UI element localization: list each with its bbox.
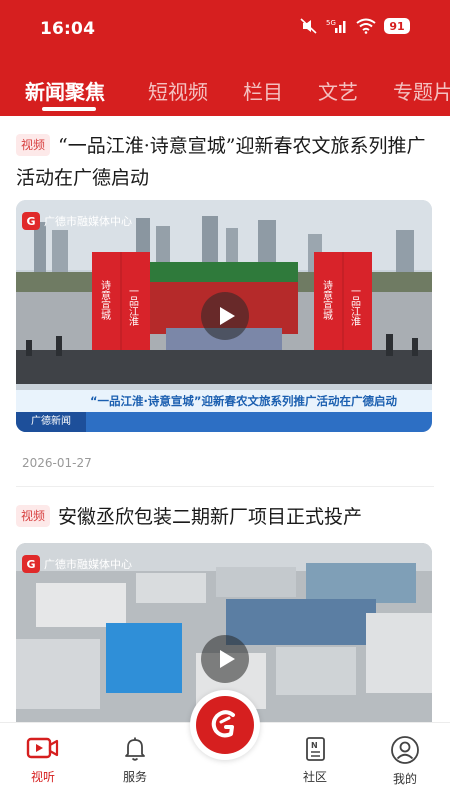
battery-indicator: 91 — [384, 18, 410, 34]
banner-right-text: 一品江淮 — [127, 286, 139, 326]
media-logo: G 广德市融媒体中心 — [22, 555, 132, 573]
tab-news-focus[interactable]: 新闻聚焦 — [25, 76, 105, 105]
wifi-icon — [356, 18, 376, 34]
media-logo-icon: G — [22, 212, 40, 230]
svg-text:N: N — [311, 741, 318, 750]
play-icon — [220, 307, 235, 325]
status-bar: 16:04 5G 91 — [0, 0, 450, 60]
mute-icon — [300, 18, 318, 34]
category-tabs: 新闻聚焦 短视频 栏目 文艺 专题片 — [0, 66, 450, 116]
signal-icon: 5G — [326, 18, 348, 34]
media-logo-icon: G — [22, 555, 40, 573]
nav-item-community[interactable]: N 社区 — [280, 735, 350, 785]
play-icon — [220, 650, 235, 668]
media-logo-text: 广德市融媒体中心 — [44, 558, 132, 571]
nav-label-community: 社区 — [302, 770, 327, 784]
status-icons: 5G 91 — [300, 18, 410, 34]
news-document-icon: N — [306, 737, 325, 761]
nav-label-services: 服务 — [122, 770, 147, 784]
nav-label-mine: 我的 — [392, 772, 417, 786]
video-badge: 视频 — [16, 505, 51, 527]
video-play-icon — [26, 737, 59, 759]
video-caption: “一品江淮·诗意宣城”迎新春农文旅系列推广活动在广德启动 — [16, 390, 432, 412]
active-tab-indicator — [42, 107, 96, 111]
bell-icon — [125, 737, 145, 761]
center-logo-icon — [196, 696, 254, 754]
news-feed[interactable]: 视频 “一品江淮·诗意宣城”迎新春农文旅系列推广活动在广德启动 诗意宣城 一品江… — [0, 116, 450, 722]
nav-item-audiovisual[interactable]: 视听 — [8, 735, 78, 785]
video-badge: 视频 — [16, 134, 51, 156]
banner-left-text: 诗意宣城 — [99, 279, 111, 321]
profile-icon — [391, 736, 419, 764]
news-card[interactable]: 视频 安徽丞欣包装二期新厂项目正式投产 G 广德市融媒体中心 — [0, 487, 450, 722]
news-card-title[interactable]: 视频 安徽丞欣包装二期新厂项目正式投产 — [16, 501, 432, 533]
news-card-date: 2026-01-27 — [22, 456, 92, 470]
media-logo: G 广德市融媒体中心 — [22, 212, 132, 230]
network-label: 5G — [326, 19, 336, 27]
news-card-title-text: “一品江淮·诗意宣城”迎新春农文旅系列推广活动在广德启动 — [16, 135, 426, 189]
nav-item-services[interactable]: 服务 — [100, 735, 170, 785]
tab-short-video[interactable]: 短视频 — [148, 76, 208, 105]
tab-documentary[interactable]: 专题片 — [393, 76, 450, 105]
center-home-button[interactable] — [190, 690, 260, 760]
play-button[interactable] — [201, 635, 249, 683]
nav-item-mine[interactable]: 我的 — [370, 735, 440, 787]
news-card[interactable]: 视频 “一品江淮·诗意宣城”迎新春农文旅系列推广活动在广德启动 诗意宣城 一品江… — [0, 116, 450, 487]
tab-arts[interactable]: 文艺 — [318, 76, 358, 105]
play-button[interactable] — [201, 292, 249, 340]
video-caption-source: 广德新闻 — [16, 412, 86, 432]
status-time: 16:04 — [40, 19, 96, 39]
media-logo-text: 广德市融媒体中心 — [44, 215, 132, 228]
banner-far-right-text: 诗意宣城 — [321, 279, 333, 321]
tab-columns[interactable]: 栏目 — [243, 76, 283, 105]
banner-far-right-text-2: 一品江淮 — [349, 286, 361, 326]
news-card-title-text: 安徽丞欣包装二期新厂项目正式投产 — [58, 506, 363, 528]
nav-label-audiovisual: 视听 — [30, 770, 55, 784]
news-card-title[interactable]: 视频 “一品江淮·诗意宣城”迎新春农文旅系列推广活动在广德启动 — [16, 130, 432, 194]
app-header: 16:04 5G 91 新闻聚焦 短视频 栏目 文艺 专题片 — [0, 0, 450, 116]
video-thumbnail[interactable]: 诗意宣城 一品江淮 诗意宣城 一品江淮 G 广德市融媒体中心 “一品江淮·诗意宣… — [16, 200, 432, 432]
